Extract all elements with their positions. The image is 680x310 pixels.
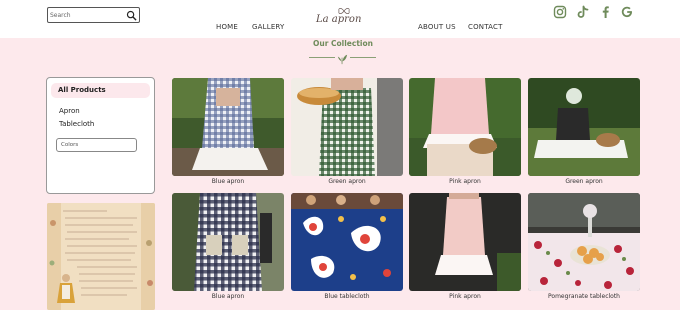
product-card[interactable]: Pink apron [409,193,521,303]
google-icon[interactable] [620,5,634,19]
product-name[interactable]: Pink apron [409,178,521,188]
product-image[interactable] [528,193,640,291]
divider [309,57,335,58]
product-name[interactable]: Blue apron [172,178,284,188]
product-name[interactable]: Blue tablecloth [291,293,403,303]
logo-text: La apron [316,14,362,25]
product-card[interactable]: Blue apron [172,78,284,188]
nav-about[interactable]: ABOUT US [418,23,456,31]
search-box[interactable] [47,7,140,23]
filter-apron[interactable]: Apron [59,107,80,115]
product-name[interactable]: Green apron [291,178,403,188]
product-card[interactable]: Green apron [528,78,640,188]
product-name[interactable]: Green apron [528,178,640,188]
filter-all-products[interactable]: All Products [51,83,150,98]
product-image[interactable] [528,78,640,176]
filter-tablecloth[interactable]: Tablecloth [59,120,94,128]
leaf-icon [337,54,348,65]
product-name[interactable]: Blue apron [172,293,284,303]
site-header: HOME GALLERY La apron ABOUT US CONTACT [0,0,680,38]
product-card[interactable]: Pink apron [409,78,521,188]
filter-sidebar: All Products Apron Tablecloth Colors [46,77,155,194]
product-image[interactable] [291,78,403,176]
logo[interactable]: La apron [316,8,366,31]
nav-home[interactable]: HOME [216,23,238,31]
product-image[interactable] [172,193,284,291]
search-input[interactable] [50,9,126,21]
product-image[interactable] [409,78,521,176]
product-name[interactable]: Pomegranate tablecloth [528,293,640,303]
product-card[interactable]: Pomegranate tablecloth [528,193,640,303]
product-card[interactable]: Blue tablecloth [291,193,403,303]
product-card[interactable]: Blue apron [172,193,284,303]
instagram-icon[interactable] [553,5,567,19]
section-title: Our Collection [312,39,373,48]
tiktok-icon[interactable] [576,5,590,19]
nav-gallery[interactable]: GALLERY [252,23,285,31]
product-image[interactable] [172,78,284,176]
colors-filter-input[interactable]: Colors [56,138,137,152]
product-name[interactable]: Pink apron [409,293,521,303]
divider [350,57,376,58]
promo-image [47,203,155,310]
nav-contact[interactable]: CONTACT [468,23,503,31]
search-icon[interactable] [126,10,137,21]
product-card[interactable]: Green apron [291,78,403,188]
product-image[interactable] [409,193,521,291]
facebook-icon[interactable] [598,5,612,19]
product-image[interactable] [291,193,403,291]
